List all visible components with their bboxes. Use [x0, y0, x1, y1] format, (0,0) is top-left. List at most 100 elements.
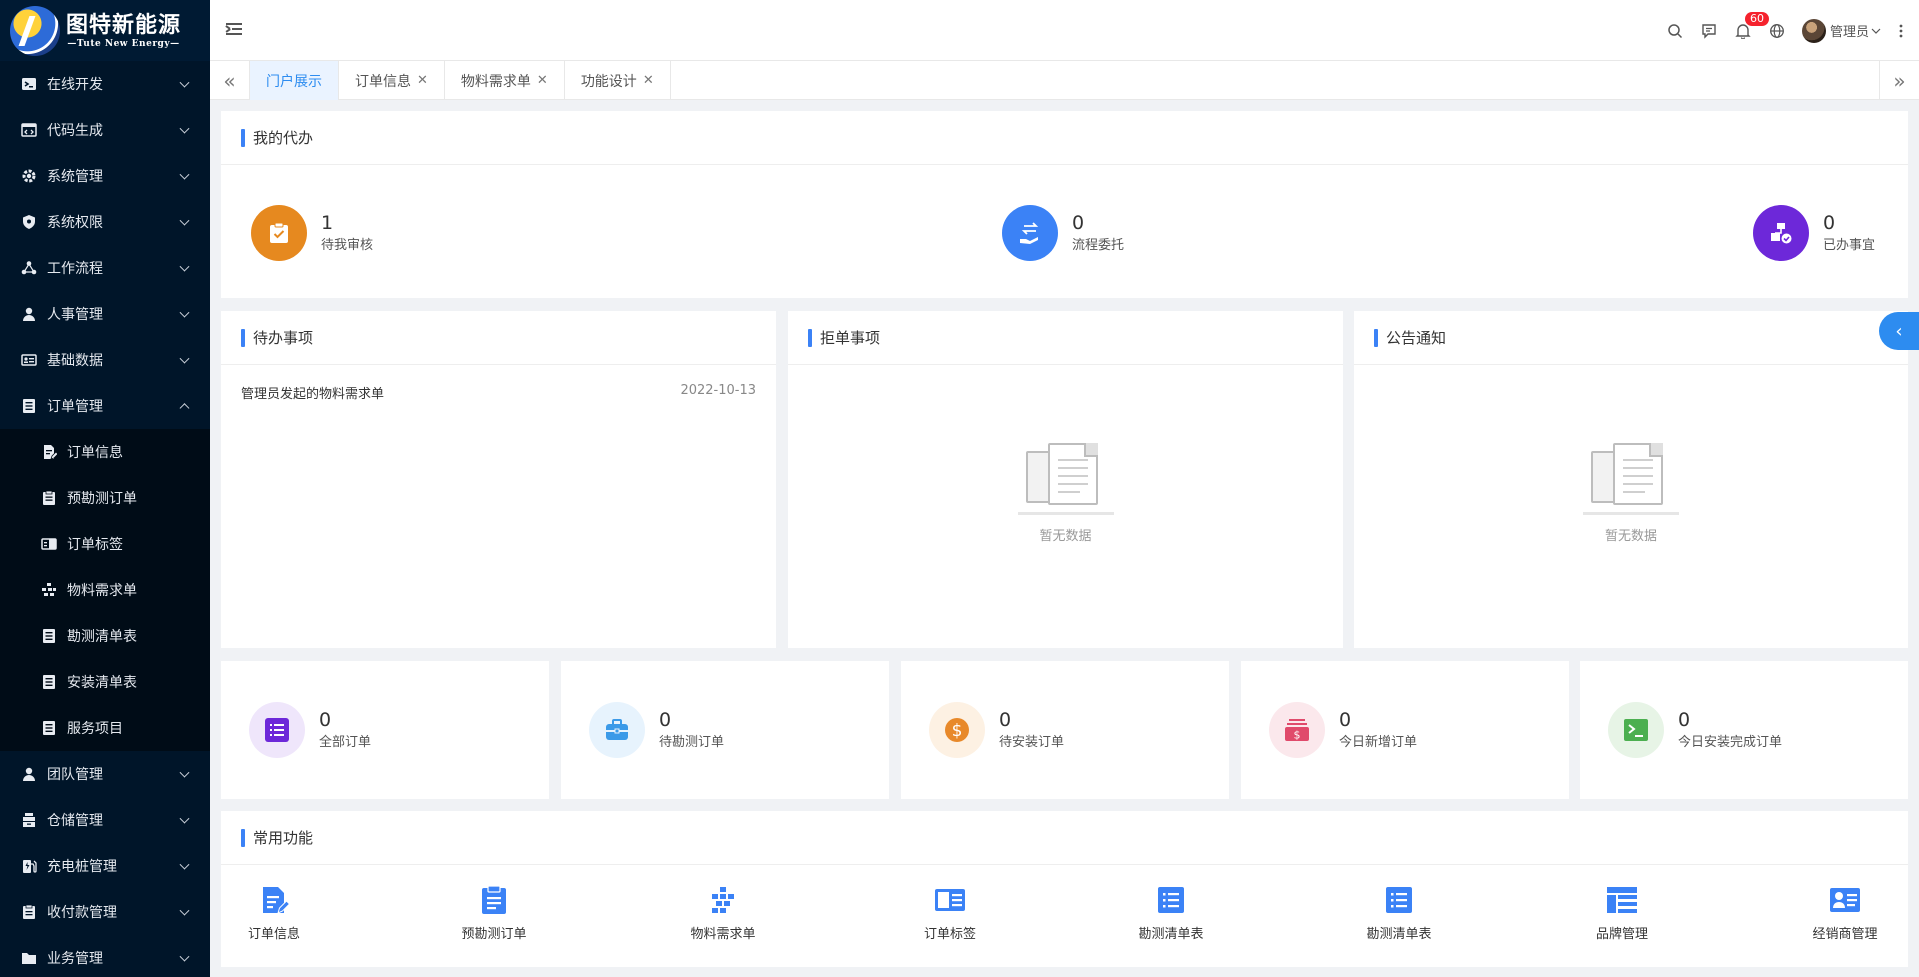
sidebar-subitem-install-list[interactable]: 安装清单表	[0, 659, 210, 705]
stat-done[interactable]: 0 已办事宜	[1753, 205, 1875, 261]
my-tasks-card: 我的代办 1 待我审核 0 流程委托 0 已办事宜	[221, 111, 1908, 298]
order-stats-row: 0 全部订单 0 待勘测订单 $ 0 待安装订单 $ 0 今日新增订单 0 今日安装完	[221, 661, 1908, 799]
svg-text:$: $	[952, 721, 963, 741]
charger-icon	[20, 857, 38, 875]
card-title: 待办事项	[221, 311, 776, 365]
shortcut-survey-list-2[interactable]: 勘测清单表	[1344, 883, 1454, 942]
stat-installed-today[interactable]: 0 今日安装完成订单	[1580, 661, 1908, 799]
sidebar-subitem-material[interactable]: 物料需求单	[0, 567, 210, 613]
close-icon[interactable]: ✕	[537, 73, 548, 88]
tab-label: 功能设计	[580, 73, 637, 90]
receipt-icon	[20, 903, 38, 921]
sidebar-subitem-survey-list[interactable]: 勘测清单表	[0, 613, 210, 659]
sidebar-item-payments[interactable]: 收付款管理	[0, 889, 210, 935]
sidebar-item-orders[interactable]: 订单管理	[0, 383, 210, 429]
brand-logo[interactable]: 图特新能源 —Tute New Energy—	[0, 0, 210, 61]
person-icon	[20, 305, 38, 323]
list-icon	[20, 397, 38, 415]
top-header: 60 管理员	[210, 0, 1919, 61]
shortcut-label: 勘测清单表	[1138, 927, 1204, 942]
stat-all-orders[interactable]: 0 全部订单	[221, 661, 549, 799]
dollar-coin-icon: $	[929, 702, 985, 758]
sidebar-item-label: 收付款管理	[47, 905, 117, 921]
stat-delegation[interactable]: 0 流程委托	[1002, 205, 1124, 261]
stat-value: 1	[321, 212, 334, 234]
close-icon[interactable]: ✕	[643, 73, 654, 88]
tab-material[interactable]: 物料需求单 ✕	[445, 61, 565, 100]
stat-label: 今日新增订单	[1339, 735, 1418, 750]
sidebar-subitem-presurvey[interactable]: 预勘测订单	[0, 475, 210, 521]
stat-new-today[interactable]: $ 0 今日新增订单	[1241, 661, 1569, 799]
sidebar-item-label: 人事管理	[47, 307, 103, 323]
stat-label: 流程委托	[1072, 238, 1125, 253]
shortcut-order-info[interactable]: 订单信息	[219, 883, 329, 942]
tab-portal[interactable]: 门户展示	[250, 61, 339, 100]
sidebar-item-warehouse[interactable]: 仓储管理	[0, 797, 210, 843]
sidebar-item-label: 订单标签	[67, 537, 123, 553]
user-name: 管理员	[1829, 25, 1869, 40]
sidebar-item-system[interactable]: 系统管理	[0, 153, 210, 199]
brand-tagline: —Tute New Energy—	[67, 38, 180, 49]
code-icon	[20, 121, 38, 139]
sidebar-item-workflow[interactable]: 工作流程	[0, 245, 210, 291]
sidebar-item-hr[interactable]: 人事管理	[0, 291, 210, 337]
common-functions-card: 常用功能 订单信息 预勘测订单 物料需求单 订单标签 勘测清单表 勘测清单表 品…	[221, 811, 1908, 967]
more-vertical-icon[interactable]	[1891, 0, 1911, 61]
logo-mark-icon	[10, 5, 60, 56]
rejected-card: 拒单事项 暂无数据	[788, 311, 1343, 648]
side-panel-toggle-icon[interactable]: ‹	[1879, 312, 1919, 350]
sidebar-item-label: 充电桩管理	[47, 859, 117, 875]
sidebar-item-label: 预勘测订单	[67, 491, 137, 507]
sidebar-subitem-order-info[interactable]: 订单信息	[0, 429, 210, 475]
sidebar-item-permission[interactable]: 系统权限	[0, 199, 210, 245]
shortcut-material[interactable]: 物料需求单	[668, 883, 778, 942]
sidebar-item-label: 在线开发	[47, 77, 103, 93]
sidebar-item-basedata[interactable]: 基础数据	[0, 337, 210, 383]
sidebar-item-label: 订单信息	[67, 445, 123, 461]
user-menu[interactable]: 管理员	[1794, 0, 1891, 61]
collapse-menu-icon[interactable]	[225, 22, 244, 38]
tab-order-info[interactable]: 订单信息 ✕	[339, 61, 445, 100]
brand-table-icon	[1605, 883, 1639, 917]
sidebar-subitem-order-tag[interactable]: 订单标签	[0, 521, 210, 567]
sidebar-item-business[interactable]: 业务管理	[0, 935, 210, 977]
sidebar-item-team[interactable]: 团队管理	[0, 751, 210, 797]
stat-value: 0	[319, 709, 332, 731]
person-icon	[20, 765, 38, 783]
gear-icon	[20, 167, 38, 185]
brand-name: 图特新能源	[66, 12, 182, 38]
stat-value: 0	[1072, 212, 1085, 234]
stat-label: 已办事宜	[1823, 238, 1876, 253]
language-globe-icon[interactable]	[1760, 0, 1794, 61]
sidebar-item-online-dev[interactable]: 在线开发	[0, 61, 210, 107]
shortcut-presurvey[interactable]: 预勘测订单	[439, 883, 549, 942]
notification-bell-icon[interactable]: 60	[1726, 0, 1769, 61]
stat-pending-review[interactable]: 1 待我审核	[251, 205, 373, 261]
stat-install-orders[interactable]: $ 0 待安装订单	[901, 661, 1229, 799]
shortcut-dealer[interactable]: 经销商管理	[1790, 883, 1900, 942]
sidebar-item-charger[interactable]: 充电桩管理	[0, 843, 210, 889]
stat-survey-orders[interactable]: 0 待勘测订单	[561, 661, 889, 799]
folder-icon	[20, 949, 38, 967]
tabs-scroll-left-icon[interactable]: «	[210, 61, 250, 100]
list-item[interactable]: 管理员发起的物料需求单 2022-10-13	[221, 365, 776, 402]
stat-value: 0	[659, 709, 672, 731]
sidebar-item-label: 团队管理	[47, 767, 103, 783]
shortcut-survey-list[interactable]: 勘测清单表	[1116, 883, 1226, 942]
stat-value: 0	[999, 709, 1012, 731]
empty-state: 暂无数据	[1583, 441, 1679, 544]
sidebar-subitem-service[interactable]: 服务项目	[0, 705, 210, 751]
message-icon[interactable]	[1692, 0, 1726, 61]
close-icon[interactable]: ✕	[417, 73, 428, 88]
sidebar-item-label: 订单管理	[47, 399, 103, 415]
sidebar-item-codegen[interactable]: 代码生成	[0, 107, 210, 153]
tabs-scroll-right-icon[interactable]: »	[1879, 61, 1919, 100]
orders-submenu: 订单信息 预勘测订单 订单标签 物料需求单 勘测清单表 安装清单表 服务项目	[0, 429, 210, 751]
shield-icon	[20, 213, 38, 231]
shortcut-order-tag[interactable]: 订单标签	[895, 883, 1005, 942]
search-icon[interactable]	[1658, 0, 1692, 61]
sidebar-menu: 在线开发 代码生成 系统管理 系统权限 工作流程 人事管理 基础数据 订单管理	[0, 61, 210, 429]
tab-label: 门户展示	[266, 73, 322, 90]
shortcut-brand[interactable]: 品牌管理	[1567, 883, 1677, 942]
tab-function-design[interactable]: 功能设计 ✕	[565, 61, 671, 100]
